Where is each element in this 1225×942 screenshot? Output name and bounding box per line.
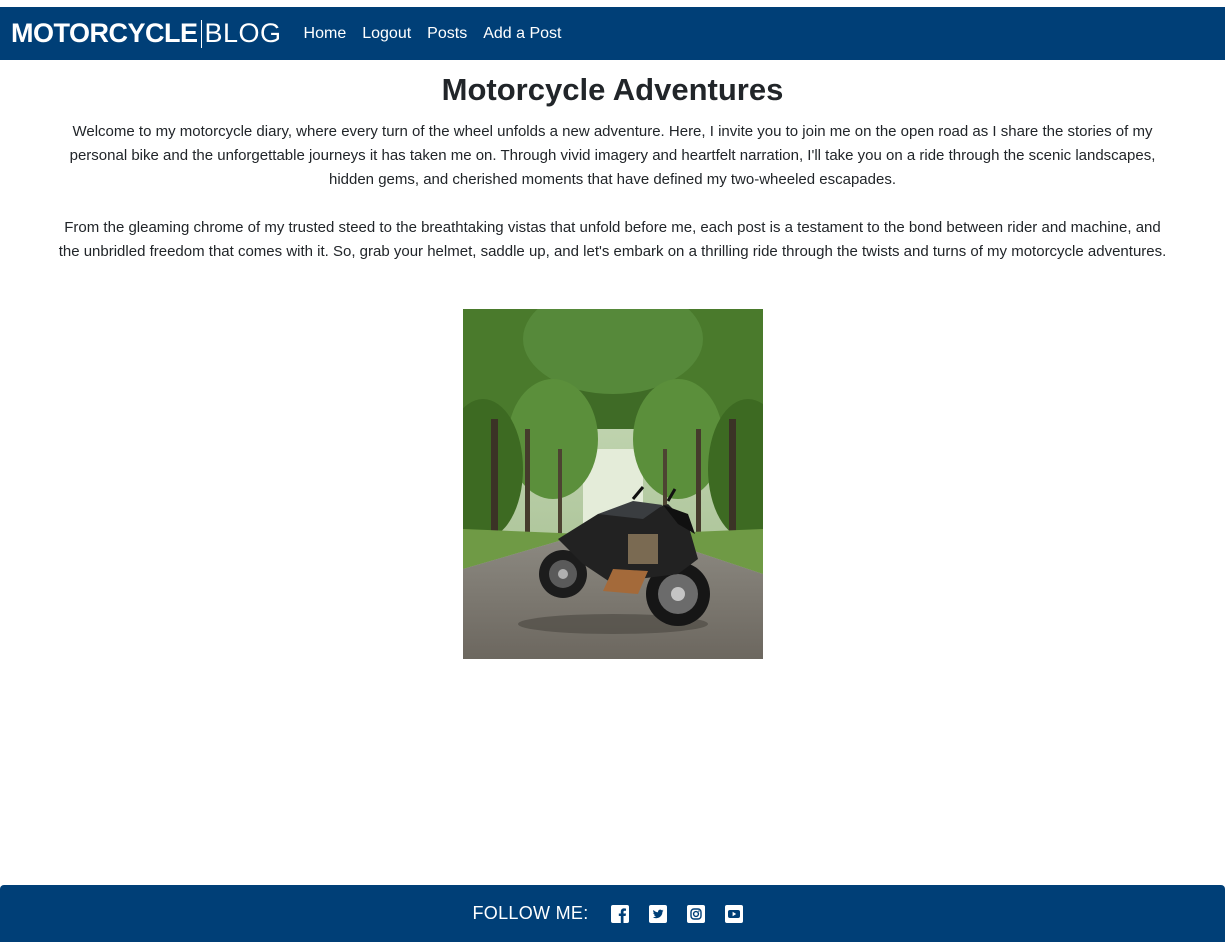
twitter-icon[interactable]: [648, 904, 667, 923]
page: MOTORCYCLE BLOG Home Logout Posts Add a …: [0, 0, 1225, 942]
nav-links: Home Logout Posts Add a Post: [304, 25, 578, 43]
nav-link-logout[interactable]: Logout: [362, 25, 411, 43]
nav-link-home[interactable]: Home: [304, 25, 347, 43]
instagram-icon[interactable]: [686, 904, 705, 923]
motorcycle-photo: [463, 309, 763, 659]
top-navbar: MOTORCYCLE BLOG Home Logout Posts Add a …: [0, 7, 1225, 60]
brand-name-strong: MOTORCYCLE: [11, 18, 198, 48]
nav-link-posts[interactable]: Posts: [427, 25, 467, 43]
main-content: Motorcycle Adventures Welcome to my moto…: [0, 60, 1225, 659]
brand-divider: [200, 19, 202, 48]
brand-logo[interactable]: MOTORCYCLE BLOG: [11, 18, 282, 48]
youtube-icon[interactable]: [724, 904, 743, 923]
page-title: Motorcycle Adventures: [441, 72, 784, 107]
footer: FOLLOW ME:: [0, 885, 1225, 942]
brand-name-light: BLOG: [204, 18, 282, 48]
nav-link-add-post[interactable]: Add a Post: [483, 25, 561, 43]
intro-paragraph-2: From the gleaming chrome of my trusted s…: [58, 219, 1167, 260]
intro-paragraph-1: Welcome to my motorcycle diary, where ev…: [69, 123, 1156, 188]
intro-text: Welcome to my motorcycle diary, where ev…: [53, 120, 1173, 264]
follow-label: FOLLOW ME:: [472, 903, 589, 923]
facebook-icon[interactable]: [610, 904, 629, 923]
